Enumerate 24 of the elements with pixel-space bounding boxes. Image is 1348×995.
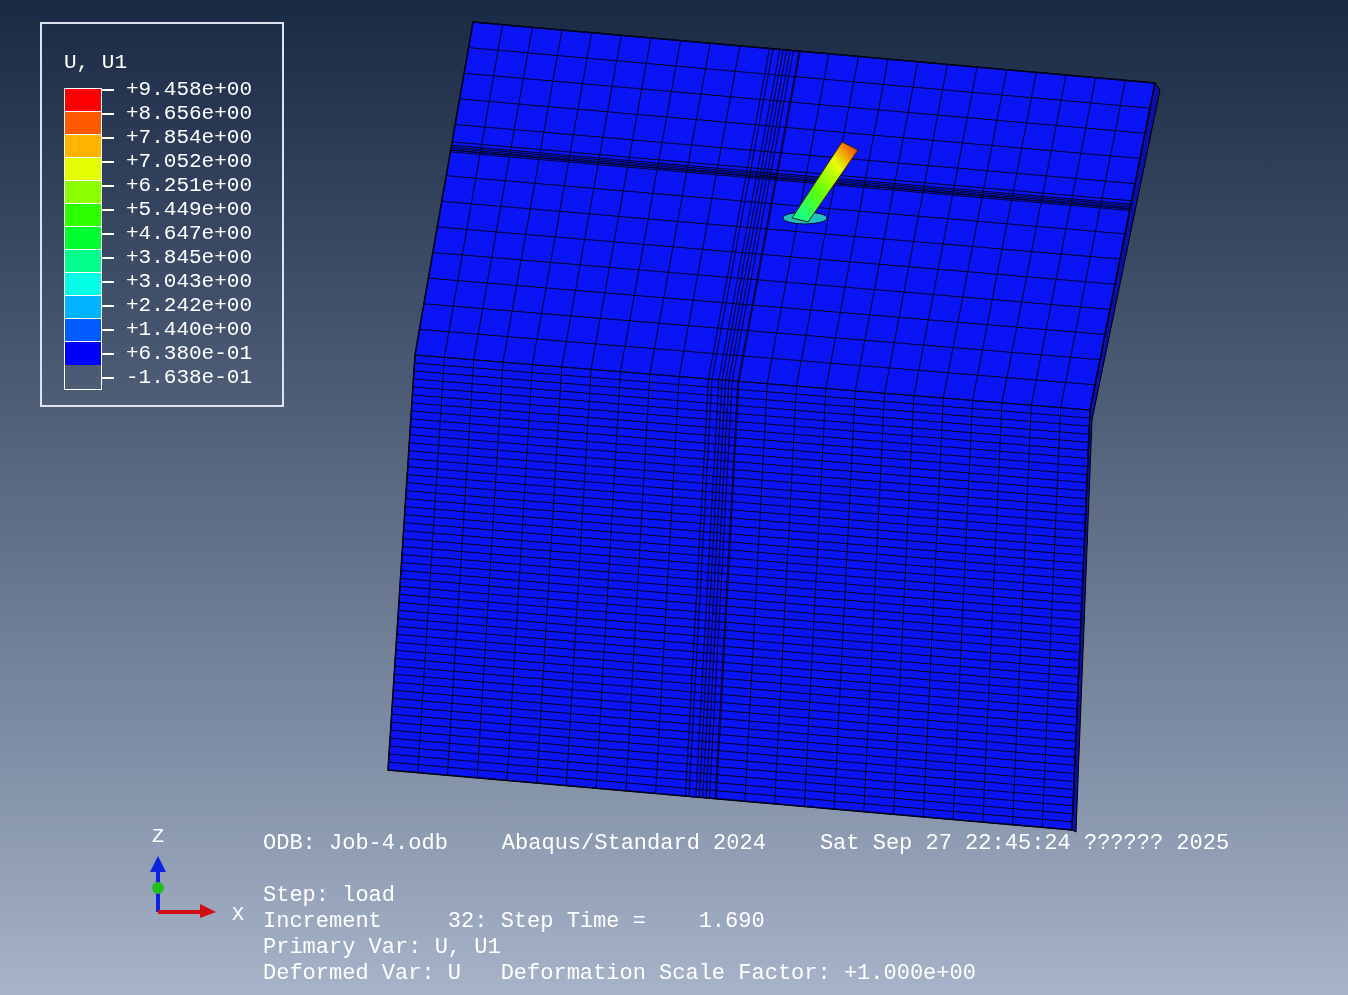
legend-value: +5.449e+00 bbox=[126, 198, 253, 222]
step-info-text: Increment 32: Step Time = 1.690 bbox=[263, 909, 766, 935]
legend-value: +3.845e+00 bbox=[126, 246, 253, 270]
axis-label: X bbox=[232, 904, 244, 926]
step-info-text: Deformed Var: U Deformation Scale Factor: +1.000e+00 bbox=[263, 961, 977, 987]
header-info-text: Abaqus/Standard 2024 bbox=[501, 831, 766, 857]
legend-value: +7.854e+00 bbox=[126, 126, 253, 150]
legend-value: -1.638e-01 bbox=[126, 366, 253, 390]
legend-value: +3.043e+00 bbox=[126, 270, 253, 294]
step-info-text: Primary Var: U, U1 bbox=[263, 935, 502, 961]
legend-value: +2.242e+00 bbox=[126, 294, 253, 318]
legend-value: +1.440e+00 bbox=[126, 318, 253, 342]
axis-label: Z bbox=[152, 826, 164, 848]
legend-value: +6.380e-01 bbox=[126, 342, 253, 366]
legend-value: +6.251e+00 bbox=[126, 174, 253, 198]
header-info-text: Sat Sep 27 22:45:24 ?????? 2025 bbox=[819, 831, 1230, 857]
legend-value: +8.656e+00 bbox=[126, 102, 253, 126]
step-info-text: Step: load bbox=[263, 883, 397, 909]
legend-value: +7.052e+00 bbox=[126, 150, 253, 174]
legend-value: +4.647e+00 bbox=[126, 222, 253, 246]
axis-triad-icon bbox=[148, 856, 218, 918]
header-info-text: ODB: Job-4.odb bbox=[263, 831, 448, 857]
legend-title: U, U1 bbox=[64, 50, 128, 76]
legend-value: +9.458e+00 bbox=[126, 78, 253, 102]
